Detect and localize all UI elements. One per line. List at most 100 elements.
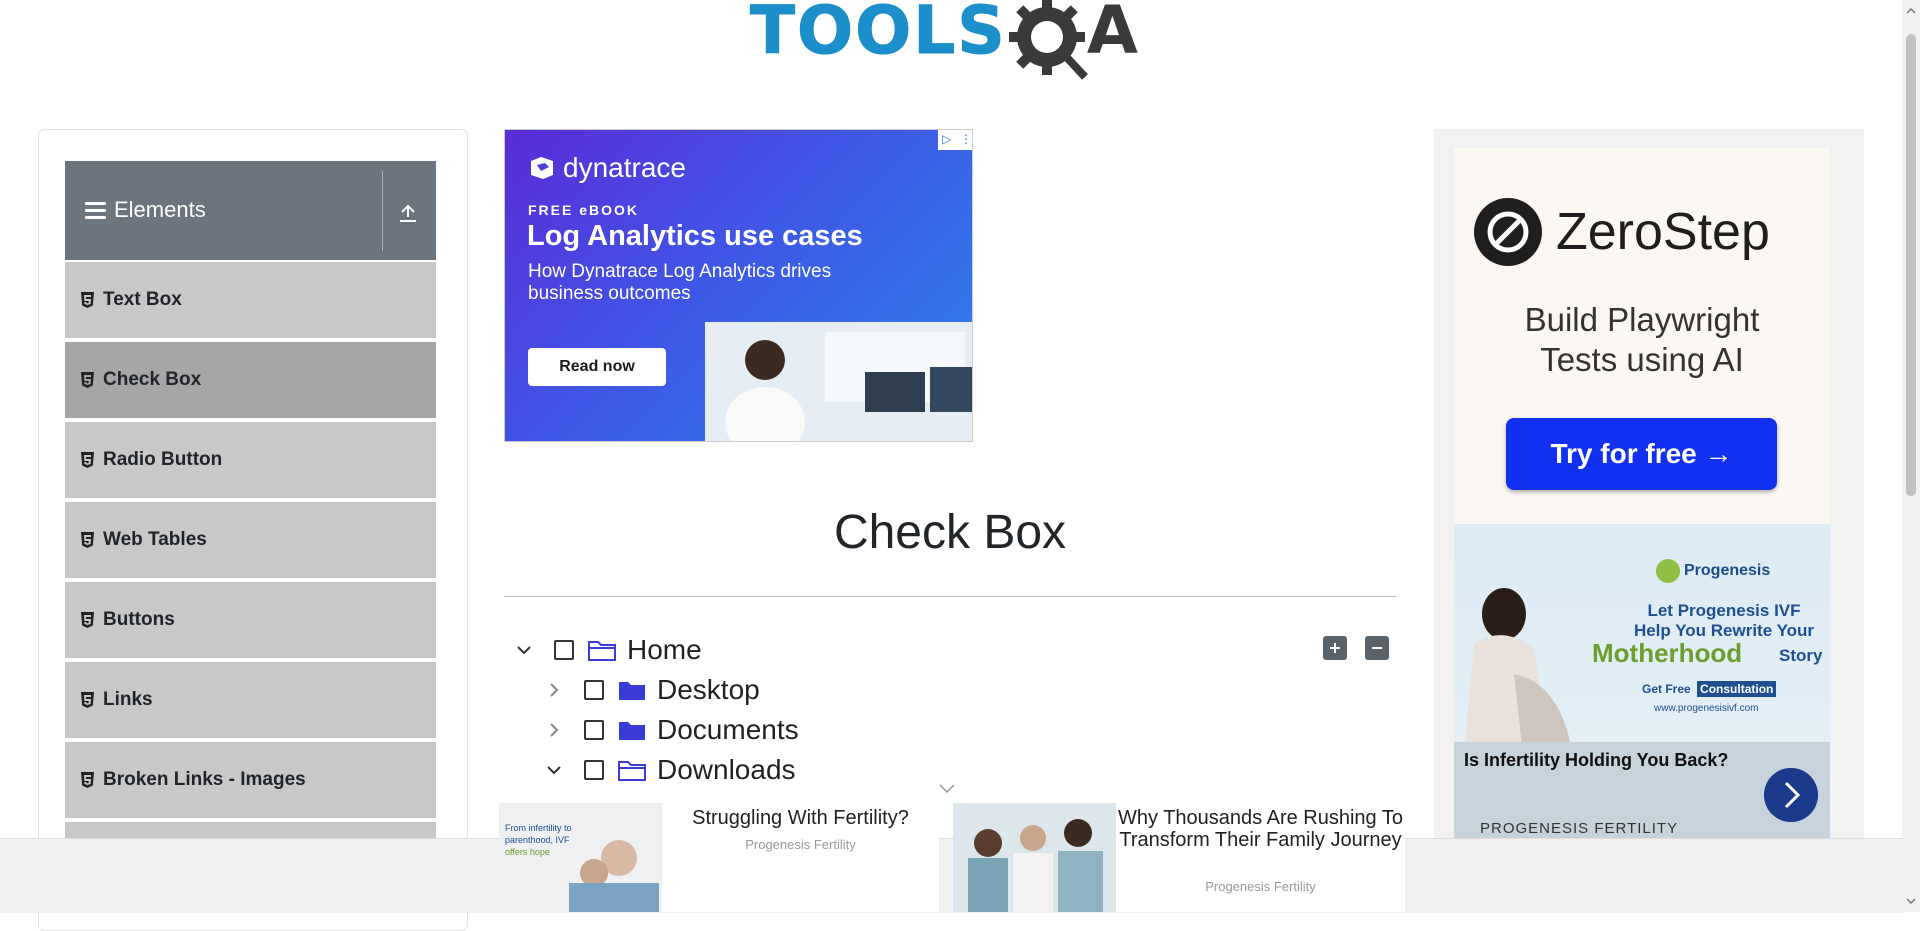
chevron-right-icon[interactable] <box>546 682 562 698</box>
zerostep-ad[interactable]: ZeroStep Build Playwright Tests using AI… <box>1454 148 1830 524</box>
folder-icon <box>619 682 645 700</box>
progenesis-highlight: Motherhood <box>1592 638 1743 668</box>
progenesis-line-1: Let Progenesis IVF <box>1647 601 1801 620</box>
ad-brand: dynatrace <box>527 152 686 184</box>
progenesis-question: Is Infertility Holding You Back? <box>1464 750 1729 770</box>
folder-open-icon <box>588 641 616 661</box>
tree-node-documents[interactable]: Documents <box>546 712 799 748</box>
sidebar-item-label: Text Box <box>103 289 182 310</box>
ad-eyebrow: FREE eBOOK <box>528 202 640 218</box>
zerostep-logo-icon <box>1474 198 1542 266</box>
html5-icon <box>81 612 94 628</box>
checkbox[interactable] <box>584 680 604 700</box>
bottom-ad-source: Progenesis Fertility <box>1205 879 1316 894</box>
zerostep-tagline: Build Playwright Tests using AI <box>1454 300 1830 380</box>
sidebar-item-links[interactable]: Links <box>65 660 436 738</box>
sidebar-item-label: Check Box <box>103 369 202 390</box>
expand-all-button[interactable] <box>1323 636 1347 660</box>
ad-photo <box>1464 588 1574 764</box>
bottom-ad-source: Progenesis Fertility <box>745 837 856 852</box>
divider <box>382 171 383 251</box>
dynatrace-logo-icon <box>531 157 553 179</box>
progenesis-consultation: Consultation <box>1697 681 1777 697</box>
tree-node-desktop[interactable]: Desktop <box>546 672 760 708</box>
ad-thumbnail <box>953 803 1116 912</box>
sidebar-item-label: Broken Links - Images <box>103 769 306 790</box>
ad-thumbnail: From infertility to parenthood, IVF offe… <box>499 803 662 912</box>
progenesis-ad[interactable]: Progenesis Let Progenesis IVF Help You R… <box>1454 524 1830 844</box>
sidebar-item-buttons[interactable]: Buttons <box>65 580 436 658</box>
sidebar-item-label: Buttons <box>103 609 175 630</box>
zerostep-logo: ZeroStep <box>1474 198 1770 266</box>
ad-subtext: How Dynatrace Log Analytics drives busin… <box>528 261 832 304</box>
elements-group-header[interactable]: Elements <box>65 161 436 260</box>
zerostep-tagline-1: Build Playwright <box>1524 301 1760 338</box>
ad-photo <box>705 322 972 441</box>
bottom-ad-bar <box>0 838 1902 913</box>
hamburger-icon <box>85 202 106 223</box>
dynatrace-ad[interactable]: ▷ ⋮ dynatrace FREE eBOOK Log Analytics us… <box>504 129 973 442</box>
chevron-down-icon[interactable] <box>546 762 562 778</box>
scrollbar-thumb[interactable] <box>1906 34 1916 496</box>
collapse-all-button[interactable] <box>1365 636 1389 660</box>
logo-text-tools: TOOLS <box>750 0 1007 69</box>
sidebar-item-check-box[interactable]: Check Box <box>65 340 436 418</box>
svg-text:From infertility to: From infertility to <box>505 823 572 833</box>
toolsqa-logo[interactable]: TOOLS A <box>750 0 1138 90</box>
sidebar-item-web-tables[interactable]: Web Tables <box>65 500 436 578</box>
group-title: Elements <box>114 197 206 222</box>
checkbox[interactable] <box>584 760 604 780</box>
adchoices-icon[interactable]: ▷ ⋮ <box>938 130 972 150</box>
vertical-scrollbar[interactable] <box>1902 0 1920 912</box>
scroll-up-icon[interactable] <box>1906 6 1916 16</box>
progenesis-headline: Let Progenesis IVF Help You Rewrite Your <box>1604 601 1830 641</box>
chevron-right-icon[interactable] <box>546 722 562 738</box>
svg-text:parenthood, IVF: parenthood, IVF <box>505 835 570 845</box>
zerostep-tagline-2: Tests using AI <box>1540 341 1744 378</box>
sidebar-item-label: Radio Button <box>103 449 223 470</box>
progenesis-offer: Get Free Consultation <box>1639 681 1777 697</box>
html5-icon <box>81 532 94 548</box>
html5-icon <box>81 372 94 388</box>
upload-icon[interactable] <box>394 199 422 227</box>
checkbox[interactable] <box>554 640 574 660</box>
sidebar-item-text-box[interactable]: Text Box <box>65 260 436 338</box>
tree-node-downloads[interactable]: Downloads <box>546 752 796 788</box>
tree-node-label[interactable]: Documents <box>657 714 799 746</box>
checkbox[interactable] <box>584 720 604 740</box>
sidebar-item-label: Links <box>103 689 153 710</box>
ad-headline: Log Analytics use cases <box>527 220 863 252</box>
progenesis-footer[interactable]: Is Infertility Holding You Back? PROGENE… <box>1454 742 1830 844</box>
bottom-ad-1[interactable]: From infertility to parenthood, IVF offe… <box>499 803 939 912</box>
progenesis-company: PROGENESIS FERTILITY <box>1480 820 1679 837</box>
sidebar-item-radio-button[interactable]: Radio Button <box>65 420 436 498</box>
folder-icon <box>619 722 645 740</box>
sidebar-item-broken-links[interactable]: Broken Links - Images <box>65 740 436 818</box>
tree-node-home[interactable]: Home <box>516 632 702 668</box>
progenesis-url: www.progenesisivf.com <box>1654 703 1759 714</box>
bottom-ad-2[interactable]: Why Thousands Are Rushing To Transform T… <box>953 803 1405 912</box>
read-now-button[interactable]: Read now <box>528 348 666 386</box>
tree-node-label[interactable]: Desktop <box>657 674 760 706</box>
svg-text:offers hope: offers hope <box>505 847 550 857</box>
progenesis-get-free: Get Free <box>1642 682 1691 696</box>
html5-icon <box>81 452 94 468</box>
bottom-ad-title[interactable]: Struggling With Fertility? <box>662 807 939 829</box>
progenesis-story: Story <box>1779 646 1823 665</box>
chevron-right-icon[interactable] <box>1764 768 1818 822</box>
bottom-ad-title[interactable]: Why Thousands Are Rushing To Transform T… <box>1116 807 1405 851</box>
tree-node-label[interactable]: Home <box>627 634 702 666</box>
gear-magnifier-icon <box>1008 0 1088 80</box>
progenesis-brand: Progenesis <box>1656 559 1770 583</box>
progenesis-brand-text: Progenesis <box>1684 562 1771 579</box>
chevron-down-icon[interactable] <box>516 642 532 658</box>
try-for-free-button[interactable]: Try for free → <box>1506 418 1777 490</box>
logo-text-a: A <box>1086 0 1138 69</box>
minus-icon <box>1372 647 1382 649</box>
html5-icon <box>81 292 94 308</box>
tree-node-label[interactable]: Downloads <box>657 754 796 786</box>
scroll-down-icon[interactable] <box>1906 896 1916 906</box>
chevron-down-icon <box>939 784 955 794</box>
plus-icon <box>1330 643 1340 653</box>
progenesis-logo-icon <box>1656 559 1680 583</box>
